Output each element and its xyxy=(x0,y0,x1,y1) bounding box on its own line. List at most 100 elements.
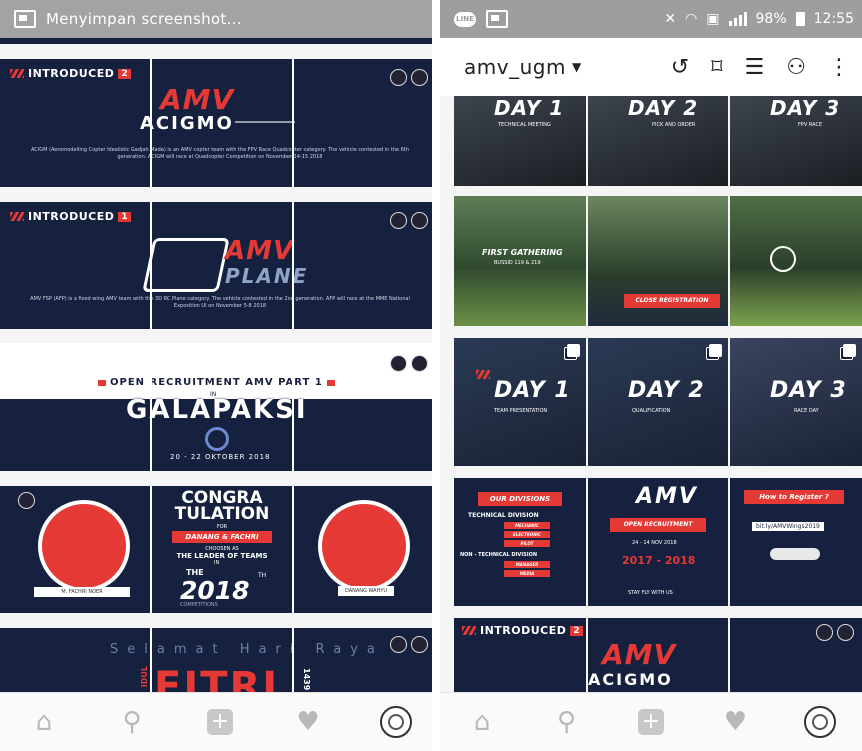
tile-day-3: DAY 3 FPV RACE xyxy=(730,96,862,186)
tile-congratulation: CONGRA TULATION FOR DANANG & FACHRI CHOO… xyxy=(152,486,292,613)
logo-icon xyxy=(770,246,796,272)
day-note: PICK AND ORDER xyxy=(652,122,696,128)
add-user-icon[interactable]: ⚇ xyxy=(786,55,806,80)
day-note: FPV RACE xyxy=(798,122,823,128)
post-subtitle: ACIGMO xyxy=(140,113,234,134)
division-item: MECHANIC xyxy=(504,522,550,529)
post-subtitle: ACIGMO xyxy=(588,670,673,689)
tile-day-1: DAY 1 TECHNICAL MEETING xyxy=(454,96,586,186)
recruit-header-text: OPEN RECRUITMENT AMV PART 1 xyxy=(110,377,323,388)
search-icon[interactable]: ⚲ xyxy=(115,705,149,739)
recruitment-dates: 24 - 14 NOV 2018 xyxy=(632,540,677,546)
logo-icon xyxy=(411,355,428,372)
non-technical-division-label: NON - TECHNICAL DIVISION xyxy=(460,552,538,558)
heart-icon[interactable]: ♥ xyxy=(718,705,752,739)
search-icon[interactable]: ⚲ xyxy=(550,705,584,739)
grid-row-partial[interactable] xyxy=(0,38,440,44)
idul-label: IDUL xyxy=(140,666,149,688)
post-caption: AMV FSP (AFP) is a fixed wing AMV team w… xyxy=(30,296,410,309)
stripes-icon xyxy=(10,69,24,78)
partner-logos xyxy=(390,355,428,372)
gathering-title: FIRST GATHERING xyxy=(482,248,563,257)
partner-logos xyxy=(18,492,35,509)
right-phone-screen: DAY 1 TECHNICAL MEETING DAY 2 PICK AND O… xyxy=(440,0,862,751)
grid-row-gathering[interactable]: FIRST GATHERING BUSSID 119 & 219 CLOSE R… xyxy=(440,196,862,326)
stripes-icon xyxy=(462,626,476,635)
tile-gathering-1: FIRST GATHERING BUSSID 119 & 219 xyxy=(454,196,586,326)
left-status-bar: Menyimpan screenshot... xyxy=(0,0,440,38)
more-icon[interactable]: ⋮ xyxy=(828,55,850,80)
battery-icon xyxy=(795,12,805,26)
mute-icon: ✕ xyxy=(664,11,677,27)
grid-row-recruitment[interactable]: OUR DIVISIONS TECHNICAL DIVISION MECHANI… xyxy=(440,478,862,606)
introduced-text: INTRODUCED xyxy=(480,624,567,637)
grid-row-acigm[interactable]: INTRODUCED 2 AMV ACIGMO ACIGM (Aeromodel… xyxy=(0,59,440,187)
register-link[interactable]: bit.ly/AMVWings2019 xyxy=(752,522,824,531)
logo-icon xyxy=(18,492,35,509)
day-label: DAY 2 xyxy=(628,378,705,403)
home-icon[interactable]: ⌂ xyxy=(27,705,61,739)
competitions-label: COMPETITIONS xyxy=(180,602,218,608)
drone-shape xyxy=(235,121,295,123)
division-item: MANAGER xyxy=(504,561,550,568)
stripes-decor xyxy=(476,370,490,379)
logo-icon xyxy=(816,624,833,641)
grid-row-plane[interactable]: INTRODUCED 1 AMV PLANE AMV FSP (AFP) is … xyxy=(0,202,440,329)
signal-icon xyxy=(728,12,747,26)
list-icon[interactable]: ☰ xyxy=(745,55,765,80)
post-subtitle: PLANE xyxy=(225,264,309,288)
grid-row-congratulation[interactable]: M. FACHRI NOER CONGRA TULATION FOR DANAN… xyxy=(0,486,440,613)
name-label-left: M. FACHRI NOER xyxy=(34,587,130,597)
event-date: 20 - 22 OKTOBER 2018 xyxy=(170,453,271,461)
grid-row-days-1[interactable]: DAY 1 TECHNICAL MEETING DAY 2 PICK AND O… xyxy=(440,96,862,186)
day-label: DAY 1 xyxy=(494,378,571,403)
caret-down-icon[interactable]: ▼ xyxy=(572,60,581,74)
multi-photo-icon xyxy=(843,344,856,357)
tile-intro-2: AMV ACIGMO xyxy=(588,618,728,698)
line-app-icon: LINE xyxy=(454,11,476,27)
congrats-line2: TULATION xyxy=(174,504,270,524)
logo-icon xyxy=(390,69,407,86)
technical-division-label: TECHNICAL DIVISION xyxy=(468,512,539,519)
profile-icon[interactable] xyxy=(379,705,413,739)
partner-logos xyxy=(390,636,428,653)
tile-gathering-2: CLOSE REGISTRATION xyxy=(588,196,728,326)
introduced-label: INTRODUCED 2 xyxy=(10,67,132,80)
history-icon[interactable]: ↺ xyxy=(671,55,689,80)
day-label: DAY 2 xyxy=(628,96,699,120)
add-icon[interactable]: + xyxy=(634,705,668,739)
portrait-circle xyxy=(38,500,130,592)
stripes-icon xyxy=(476,370,490,379)
post-title: AMV xyxy=(225,236,295,266)
grid-row-acigm-2[interactable]: INTRODUCED 2 AMV ACIGMO xyxy=(440,618,862,698)
username-switcher[interactable]: amv_ugm xyxy=(464,55,566,79)
divisions-title: OUR DIVISIONS xyxy=(478,492,562,506)
battery-percent: 98% xyxy=(755,11,787,27)
logo-icon xyxy=(390,212,407,229)
close-registration-badge: CLOSE REGISTRATION xyxy=(624,294,720,308)
add-icon[interactable]: + xyxy=(203,705,237,739)
multi-photo-icon xyxy=(567,344,580,357)
tile-intro-3 xyxy=(730,618,862,698)
th-label: TH xyxy=(258,572,267,579)
tile-gathering-3 xyxy=(730,196,862,326)
home-icon[interactable]: ⌂ xyxy=(465,705,499,739)
clock: 12:55 xyxy=(813,11,854,27)
how-register-title: How to Register ? xyxy=(744,490,844,504)
bookmark-icon[interactable]: ⌑ xyxy=(711,55,722,80)
introduced-number: 2 xyxy=(570,625,584,636)
grid-row-days-2[interactable]: DAY 1 TEAM PRESENTATION DAY 2 QUALIFICAT… xyxy=(440,338,862,466)
amv-logo: AMV xyxy=(636,484,698,509)
multi-photo-icon xyxy=(709,344,722,357)
post-caption: ACIGM (Aeromodelling Copter Idealistic G… xyxy=(30,147,410,160)
post-title: AMV xyxy=(602,638,677,671)
gear-icon xyxy=(205,427,229,451)
division-item: ELECTRONIC xyxy=(504,531,550,538)
division-item: PILOT xyxy=(504,540,550,547)
recruitment-period: 2017 - 2018 xyxy=(622,554,696,567)
day-note: TEAM PRESENTATION xyxy=(494,408,548,414)
day-label: DAY 3 xyxy=(770,96,841,120)
profile-icon[interactable] xyxy=(803,705,837,739)
heart-icon[interactable]: ♥ xyxy=(291,705,325,739)
grid-row-galapaksi[interactable]: OPEN RECRUITMENT AMV PART 1 IN GALAPAKSI… xyxy=(0,343,440,471)
